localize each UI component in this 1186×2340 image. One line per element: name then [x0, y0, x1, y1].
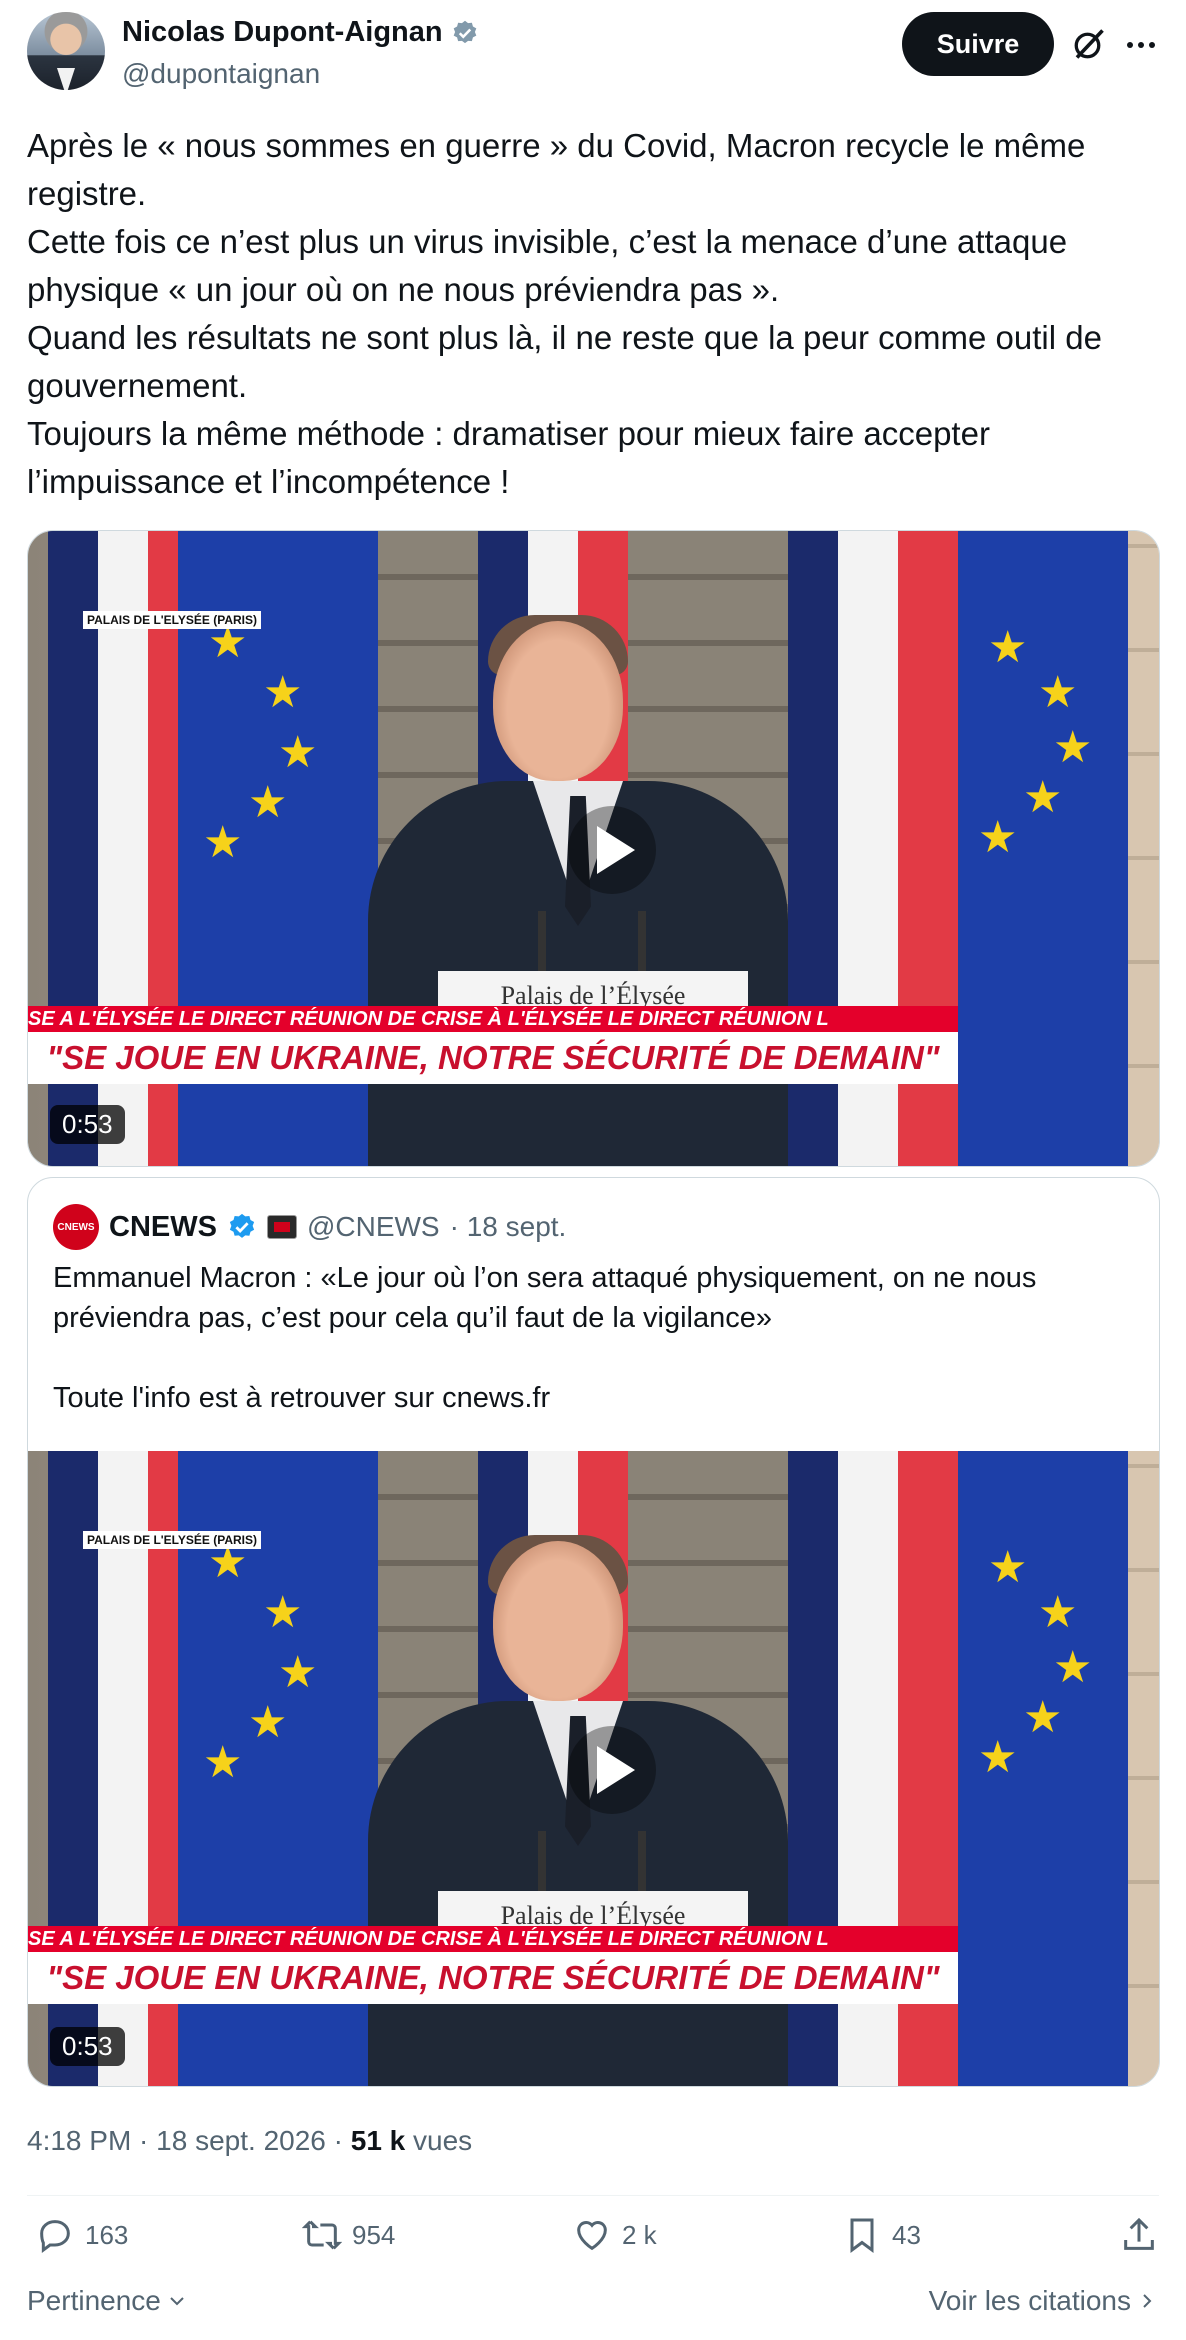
bookmark-button[interactable]: 43 [842, 2215, 921, 2255]
repost-icon [302, 2220, 342, 2250]
cnews-avatar[interactable]: CNEWS [53, 1204, 99, 1250]
quoted-date: · 18 sept. [449, 1211, 567, 1242]
divider [27, 2195, 1159, 2196]
author-handle[interactable]: @dupontaignan [122, 58, 320, 90]
tweet-text: Après le « nous sommes en guerre » du Co… [27, 122, 1167, 506]
verified-badge-icon [453, 20, 476, 43]
reply-icon [40, 2220, 70, 2253]
quoted-display-name[interactable]: CNEWS [109, 1211, 217, 1244]
quoted-line: Emmanuel Macron : «Le jour où l’on sera … [53, 1262, 1037, 1334]
like-button[interactable]: 2 k [572, 2215, 657, 2255]
tweet-meta: 4:18 PM · 18 sept. 2026 · 51 k vues [27, 2125, 472, 2157]
play-icon[interactable] [568, 806, 656, 894]
quoted-handle[interactable]: @CNEWS [307, 1211, 440, 1243]
tweet-header: Nicolas Dupont-Aignan @dupontaignan Suiv… [27, 12, 1159, 92]
quoted-tweet[interactable]: CNEWS CNEWS @CNEWS · 18 sept. Emmanuel M… [27, 1177, 1160, 2087]
location-tag: PALAIS DE L'ELYSÉE (PARIS) [83, 611, 261, 629]
location-tag: PALAIS DE L'ELYSÉE (PARIS) [83, 1531, 261, 1549]
news-ticker: SE A L'ÉLYSÉE LE DIRECT RÉUNION DE CRISE… [28, 1926, 958, 1952]
quoted-tweet-header: CNEWS CNEWS @CNEWS · 18 sept. [53, 1204, 566, 1250]
quoted-video[interactable]: ★ ★ ★ ★ ★ ★ ★ ★ ★ ★ Palais de l’Élysée P… [28, 1451, 1159, 2086]
views-label: vues [405, 2125, 473, 2156]
action-bar: 163 954 2 k 43 [27, 2215, 1159, 2265]
bookmark-count: 43 [892, 2219, 921, 2250]
share-button[interactable] [1119, 2215, 1159, 2255]
heart-icon [577, 2221, 607, 2251]
play-icon[interactable] [568, 1726, 656, 1814]
tweet-line: Après le « nous sommes en guerre » du Co… [27, 127, 1086, 212]
views-count: 51 k [350, 2125, 406, 2156]
repost-button[interactable]: 954 [302, 2215, 395, 2255]
share-icon [1124, 2217, 1154, 2250]
sort-dropdown[interactable]: Pertinence [27, 2285, 189, 2317]
author-display-name[interactable]: Nicolas Dupont-Aignan [122, 16, 443, 49]
grok-icon[interactable] [1071, 26, 1107, 62]
tweet-timestamp[interactable]: 4:18 PM · 18 sept. 2026 · [27, 2125, 351, 2156]
video-frame: ★ ★ ★ ★ ★ ★ ★ ★ ★ ★ Palais de l’Élysée P… [28, 531, 1159, 1166]
quoted-line: Toute l'info est à retrouver sur cnews.f… [53, 1382, 551, 1414]
chevron-down-icon [170, 2297, 184, 2306]
follow-button[interactable]: Suivre [902, 12, 1054, 76]
author-name-row: Nicolas Dupont-Aignan [122, 16, 479, 49]
video-duration: 0:53 [50, 2027, 125, 2066]
news-banner: "SE JOUE EN UKRAINE, NOTRE SÉCURITÉ DE D… [28, 1952, 958, 2004]
eu-flag: ★ ★ ★ ★ ★ [958, 531, 1128, 1166]
tweet-footer: Pertinence Voir les citations [27, 2285, 1159, 2325]
verified-badge-icon [229, 1213, 255, 1238]
video-frame: ★ ★ ★ ★ ★ ★ ★ ★ ★ ★ Palais de l’Élysée P… [28, 1451, 1159, 2086]
view-quotes-link[interactable]: Voir les citations [929, 2285, 1159, 2317]
more-options-icon[interactable] [1123, 30, 1159, 60]
video-duration: 0:53 [50, 1105, 125, 1144]
reply-button[interactable]: 163 [35, 2215, 128, 2255]
reply-count: 163 [85, 2219, 129, 2250]
tweet-line: Cette fois ce n’est plus un virus invisi… [27, 223, 1068, 308]
avatar[interactable] [27, 12, 105, 90]
view-quotes-label: Voir les citations [928, 2285, 1131, 2316]
quoted-line [53, 1338, 1133, 1378]
affiliate-badge-icon [266, 1215, 297, 1239]
news-banner: "SE JOUE EN UKRAINE, NOTRE SÉCURITÉ DE D… [28, 1032, 958, 1084]
speaker [368, 615, 788, 1166]
like-count: 2 k [622, 2219, 657, 2250]
speaker [368, 1535, 788, 2086]
chevron-right-icon [1143, 2294, 1152, 2308]
sort-label: Pertinence [27, 2285, 161, 2316]
quoted-tweet-text: Emmanuel Macron : «Le jour où l’on sera … [53, 1258, 1133, 1418]
tweet-video[interactable]: ★ ★ ★ ★ ★ ★ ★ ★ ★ ★ Palais de l’Élysée P… [27, 530, 1160, 1167]
tweet-line: Quand les résultats ne sont plus là, il … [27, 319, 1102, 404]
tweet-line: Toujours la même méthode : dramatiser po… [27, 415, 990, 500]
news-ticker: SE A L'ÉLYSÉE LE DIRECT RÉUNION DE CRISE… [28, 1006, 958, 1032]
bookmark-icon [850, 2218, 874, 2253]
eu-flag: ★ ★ ★ ★ ★ [958, 1451, 1128, 2086]
repost-count: 954 [352, 2219, 396, 2250]
